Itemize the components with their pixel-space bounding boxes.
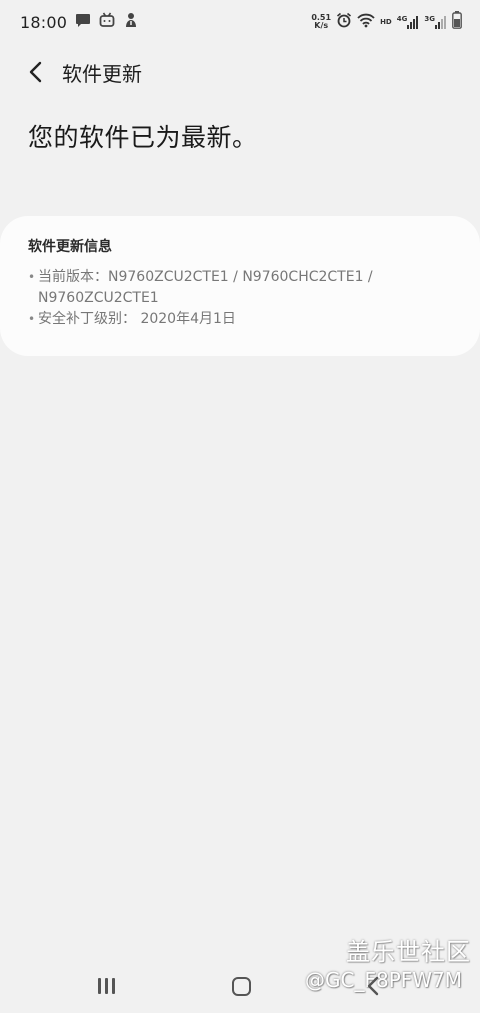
back-button[interactable] [12, 50, 60, 94]
navigation-bar [0, 962, 480, 1013]
update-status-headline: 您的软件已为最新。 [28, 123, 258, 152]
message-icon [75, 12, 91, 32]
security-patch-text: 安全补丁级别： 2020年4月1日 [38, 311, 236, 327]
app-header: 软件更新 [0, 50, 480, 94]
nav-recents-icon[interactable] [98, 978, 115, 994]
current-version-text: 当前版本：N9760ZCU2CTE1 / N9760CHC2CTE1 / N97… [38, 269, 373, 306]
back-arrow-icon [29, 61, 42, 83]
status-time: 18:00 [20, 12, 68, 32]
sim1-signal: 4G [397, 15, 420, 29]
status-right: 0.51 K/s HD 4G 3G [311, 11, 462, 33]
list-item: • 安全补丁级别： 2020年4月1日 [28, 309, 452, 330]
net-speed-unit: K/s [314, 21, 329, 30]
nav-home-icon[interactable] [232, 977, 251, 996]
wifi-icon [357, 12, 375, 32]
bullet: • [28, 270, 36, 284]
bilibili-icon [99, 12, 115, 32]
status-bar: 18:00 0.51 K/s HD 4G 3G [0, 0, 480, 44]
net-speed: 0.51 K/s [311, 14, 331, 30]
sim2-signal: 3G [424, 15, 447, 29]
sim1-type: 4G [396, 15, 408, 23]
hd-label: HD [380, 18, 392, 26]
page-title: 软件更新 [62, 61, 142, 86]
update-info-card: 软件更新信息 • 当前版本：N9760ZCU2CTE1 / N9760CHC2C… [0, 216, 480, 356]
list-item: • 当前版本：N9760ZCU2CTE1 / N9760CHC2CTE1 / N… [28, 267, 452, 309]
card-title: 软件更新信息 [28, 239, 112, 255]
sim2-type: 3G [424, 15, 435, 23]
notification-icons [75, 12, 139, 32]
bullet: • [28, 312, 36, 326]
nav-back-icon[interactable] [366, 976, 380, 1000]
battery-icon [452, 11, 462, 33]
alarm-icon [336, 12, 352, 32]
download-app-icon [123, 12, 139, 32]
signal-icon [407, 16, 419, 29]
signal-icon [435, 16, 446, 29]
